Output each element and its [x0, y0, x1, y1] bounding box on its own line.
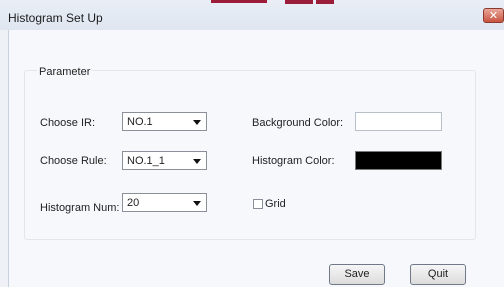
histogram-num-value: 20 — [127, 197, 140, 209]
title-bar: Histogram Set Up ✕ — [0, 0, 504, 30]
close-icon: ✕ — [488, 10, 499, 22]
grid-checkbox[interactable] — [253, 199, 263, 209]
choose-rule-combobox[interactable]: NO.1_1 — [122, 151, 207, 170]
grid-label: Grid — [265, 198, 286, 210]
histogram-num-combobox[interactable]: 20 — [122, 193, 207, 212]
save-button[interactable]: Save — [329, 264, 385, 285]
dropdown-arrow-icon — [193, 201, 201, 206]
background-window-edge — [285, 0, 313, 4]
dropdown-arrow-icon — [193, 159, 201, 164]
histogram-color-label: Histogram Color: — [252, 155, 335, 167]
close-button[interactable]: ✕ — [483, 8, 504, 23]
background-color-swatch[interactable] — [355, 112, 442, 131]
choose-ir-label: Choose IR: — [40, 117, 96, 129]
choose-rule-value: NO.1_1 — [127, 155, 165, 167]
histogram-color-swatch[interactable] — [355, 151, 442, 170]
background-window-edge — [316, 0, 334, 4]
background-color-label: Background Color: — [252, 117, 344, 129]
dropdown-arrow-icon — [193, 120, 201, 125]
histogram-num-label: Histogram Num: — [40, 202, 120, 214]
choose-ir-combobox[interactable]: NO.1 — [122, 112, 207, 131]
parameter-group-label: Parameter — [37, 66, 93, 78]
choose-rule-label: Choose Rule: — [40, 155, 107, 167]
quit-button[interactable]: Quit — [410, 264, 466, 285]
window-title: Histogram Set Up — [8, 11, 103, 25]
background-window-edge — [211, 0, 267, 3]
choose-ir-value: NO.1 — [127, 116, 153, 128]
